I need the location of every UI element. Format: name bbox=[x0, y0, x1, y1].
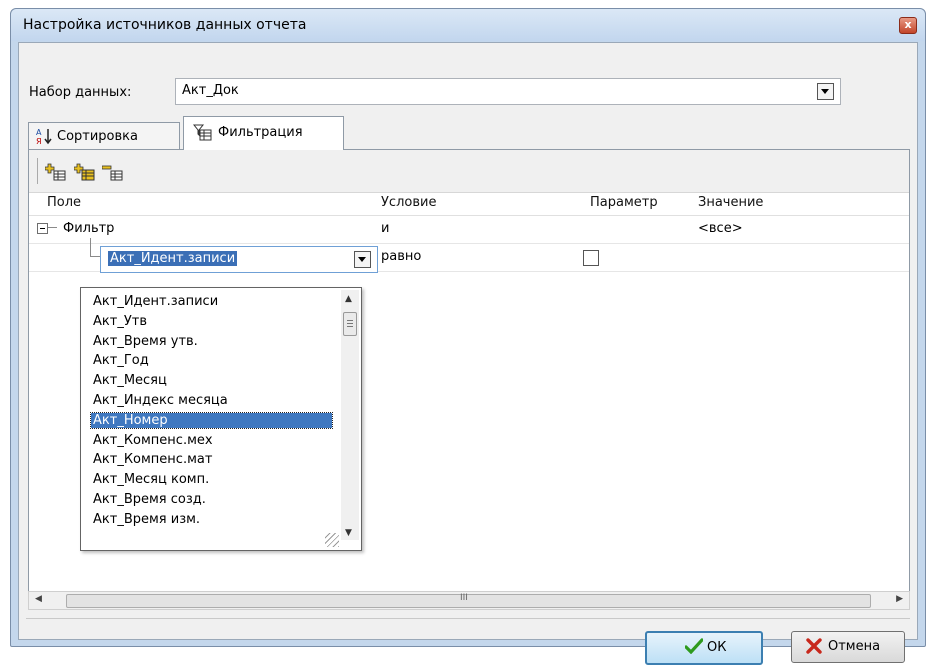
add-group-icon[interactable] bbox=[73, 163, 96, 181]
dropdown-item[interactable]: Акт_Идент.записи bbox=[93, 294, 218, 309]
scrollbar-thumb[interactable]: III bbox=[66, 593, 871, 608]
scroll-left-arrow-icon[interactable]: ◀ bbox=[35, 594, 42, 604]
cross-icon bbox=[806, 638, 822, 658]
dropdown-item[interactable]: Акт_Время созд. bbox=[93, 492, 206, 507]
dropdown-scroll-thumb[interactable] bbox=[343, 312, 357, 336]
tree-connector bbox=[48, 227, 57, 228]
tab-filter-label: Фильтрация bbox=[218, 125, 303, 140]
toolbar-separator bbox=[37, 158, 38, 184]
cancel-button-label: Отмена bbox=[828, 639, 881, 654]
sort-az-icon: AЯ bbox=[35, 127, 53, 148]
tree-connector bbox=[90, 256, 100, 257]
ok-button-label: ОК bbox=[707, 640, 727, 655]
dataset-value: Акт_Док bbox=[182, 83, 239, 98]
footer-divider bbox=[26, 618, 910, 619]
column-header-condition[interactable]: Условие bbox=[381, 195, 436, 210]
dataset-dropdown-button[interactable] bbox=[817, 83, 834, 100]
svg-text:A: A bbox=[36, 128, 42, 137]
scroll-down-arrow-icon[interactable]: ▼ bbox=[345, 528, 352, 538]
dropdown-item[interactable]: Акт_Индекс месяца bbox=[93, 393, 228, 408]
svg-text:Я: Я bbox=[36, 137, 42, 145]
tree-connector bbox=[90, 238, 91, 256]
dropdown-item[interactable]: Акт_Номер bbox=[90, 411, 333, 429]
tab-sort[interactable]: AЯ Сортировка bbox=[28, 122, 180, 149]
filter-root-field: Фильтр bbox=[63, 221, 115, 236]
add-condition-icon[interactable] bbox=[44, 163, 67, 181]
dropdown-item[interactable]: Акт_Год bbox=[93, 353, 149, 368]
tab-sort-label: Сортировка bbox=[57, 129, 138, 144]
dialog-title: Настройка источников данных отчета bbox=[23, 17, 307, 33]
table-row[interactable]: Акт_Идент.записи равно bbox=[29, 238, 909, 273]
dataset-label: Набор данных: bbox=[29, 85, 132, 100]
dropdown-item[interactable]: Акт_Месяц bbox=[93, 373, 167, 388]
dropdown-item[interactable]: Акт_Компенс.мех bbox=[93, 433, 213, 448]
column-header-parameter[interactable]: Параметр bbox=[590, 195, 658, 210]
field-combobox-value: Акт_Идент.записи bbox=[108, 251, 238, 266]
title-bar[interactable]: Настройка источников данных отчета x bbox=[11, 9, 925, 41]
column-header-field[interactable]: Поле bbox=[47, 195, 81, 210]
parameter-checkbox[interactable] bbox=[583, 250, 599, 266]
collapse-toggle[interactable] bbox=[37, 223, 48, 234]
dropdown-item[interactable]: Акт_Время утв. bbox=[93, 334, 198, 349]
filter-root-value[interactable]: <все> bbox=[698, 221, 743, 236]
condition-cell[interactable]: равно bbox=[381, 249, 421, 264]
dropdown-item[interactable]: Акт_Компенс.мат bbox=[93, 452, 212, 467]
field-combobox[interactable]: Акт_Идент.записи bbox=[100, 246, 378, 273]
column-header-value[interactable]: Значение bbox=[698, 195, 763, 210]
field-dropdown-list[interactable]: Акт_Идент.записи Акт_Утв Акт_Время утв. Акт… bbox=[80, 287, 362, 551]
dropdown-item[interactable]: Акт_Время изм. bbox=[93, 512, 200, 527]
field-dropdown-button[interactable] bbox=[354, 251, 371, 268]
filter-root-condition[interactable]: и bbox=[381, 221, 389, 236]
resize-grip-icon[interactable] bbox=[325, 533, 339, 547]
cancel-button[interactable]: Отмена bbox=[791, 631, 905, 663]
table-row[interactable]: Фильтр и <все> bbox=[29, 216, 909, 244]
dropdown-item[interactable]: Акт_Месяц комп. bbox=[93, 472, 209, 487]
scrollbar-grip-icon: III bbox=[460, 593, 468, 603]
remove-condition-icon[interactable] bbox=[101, 163, 124, 181]
scroll-right-arrow-icon[interactable]: ▶ bbox=[896, 594, 903, 604]
grid-header: Поле Условие Параметр Значение bbox=[29, 193, 909, 216]
dropdown-item[interactable]: Акт_Утв bbox=[93, 314, 147, 329]
horizontal-scrollbar[interactable]: ◀ III ▶ bbox=[28, 591, 910, 610]
checkmark-icon bbox=[684, 638, 704, 658]
tab-filter[interactable]: Фильтрация bbox=[183, 116, 344, 150]
dataset-select[interactable]: Акт_Док bbox=[175, 78, 841, 105]
dropdown-scrollbar[interactable]: ▲ ▼ bbox=[341, 290, 359, 540]
filter-table-icon bbox=[192, 124, 213, 145]
ok-button[interactable]: ОК bbox=[645, 631, 763, 665]
filter-toolbar bbox=[29, 150, 909, 193]
scroll-up-arrow-icon[interactable]: ▲ bbox=[345, 294, 352, 304]
close-button[interactable]: x bbox=[899, 17, 917, 34]
